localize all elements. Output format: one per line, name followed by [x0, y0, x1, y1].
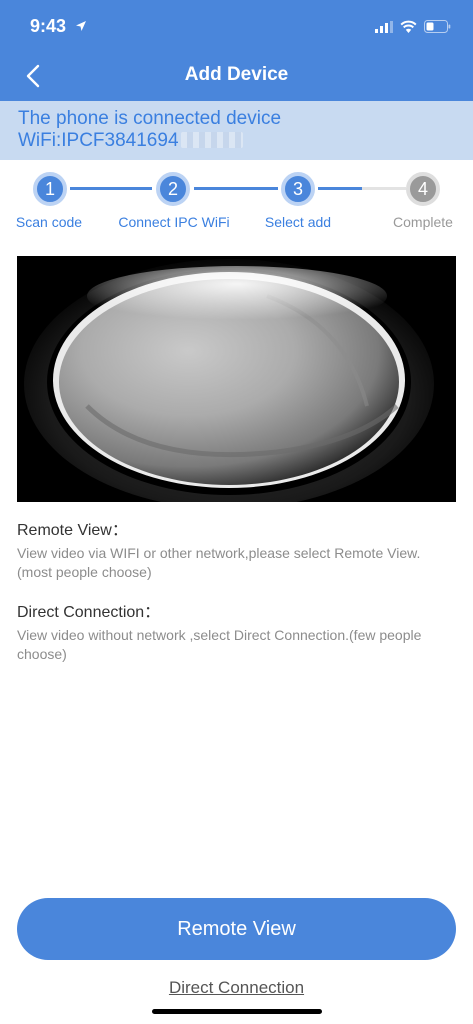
step-2-label: Connect IPC WiFi [118, 214, 230, 230]
direct-connection-description: View video without network ,select Direc… [17, 627, 422, 662]
page-title: Add Device [184, 64, 289, 85]
app-header: 9:43 Add Device [0, 0, 473, 101]
step-connector-1 [70, 187, 152, 190]
step-connector-2 [194, 187, 278, 190]
signal-icon [375, 20, 393, 38]
step-1-label: Scan code [15, 214, 83, 230]
banner-line-2: WiFi:IPCF3841694 [18, 130, 473, 152]
camera-preview-image [17, 256, 456, 502]
home-indicator [152, 1009, 322, 1014]
wifi-icon [400, 20, 417, 38]
wifi-ssid: WiFi:IPCF3841694 [18, 130, 179, 151]
step-connector-3a [318, 187, 362, 190]
step-4-label: Complete [393, 214, 453, 230]
direct-connection-link[interactable]: Direct Connection [169, 978, 304, 997]
status-time: 9:43 [30, 16, 67, 36]
remote-view-heading: Remote View： [17, 522, 128, 539]
step-3-label: Select add [264, 214, 332, 230]
remote-view-button[interactable]: Remote View [17, 898, 456, 960]
location-arrow-icon [75, 19, 87, 37]
camera-preview [17, 256, 456, 502]
banner-line-1: The phone is connected device [18, 108, 282, 129]
battery-icon [424, 20, 451, 38]
connection-banner: The phone is connected device WiFi:IPCF3… [0, 101, 473, 160]
direct-connection-heading: Direct Connection： [17, 604, 161, 621]
status-indicators [375, 20, 451, 38]
remote-view-description: View video via WIFI or other network,ple… [17, 545, 421, 580]
redacted-ssid-blur [180, 132, 243, 148]
step-connector-3b [362, 187, 406, 190]
step-2-circle: 2 [156, 172, 190, 206]
progress-stepper: 1 2 3 4 Scan code Connect IPC WiFi Selec… [0, 170, 473, 240]
step-1-circle: 1 [33, 172, 67, 206]
step-4-circle: 4 [406, 172, 440, 206]
direct-connection-link-wrapper: Direct Connection [0, 978, 473, 998]
step-3-circle: 3 [281, 172, 315, 206]
